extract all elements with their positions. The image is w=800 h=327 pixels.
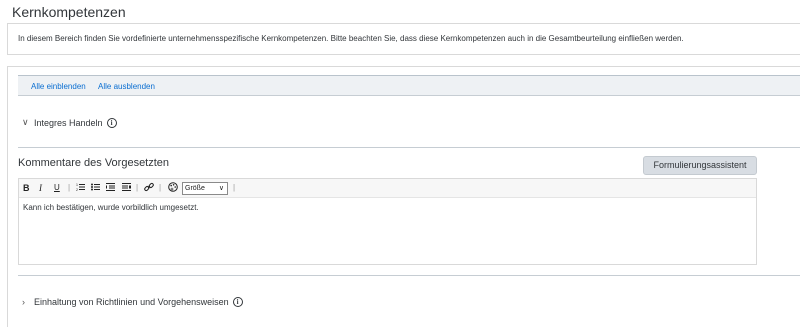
chevron-down-icon: ∨	[218, 185, 224, 192]
info-icon[interactable]: i	[232, 297, 243, 307]
font-size-select[interactable]: Größe ∨	[182, 182, 228, 195]
indent-icon[interactable]	[122, 182, 131, 195]
section-header-integres-handeln[interactable]: ∨ Integres Handeln i	[22, 117, 117, 128]
palette-icon[interactable]	[168, 182, 178, 195]
collapse-all-link[interactable]: Alle ausblenden	[98, 82, 155, 91]
comments-title: Kommentare des Vorgesetzten	[18, 157, 170, 169]
underline-icon[interactable]: U	[54, 182, 60, 194]
toggle-bar: Alle einblenden Alle ausblenden	[18, 75, 800, 96]
link-icon[interactable]	[144, 182, 154, 195]
svg-text:1: 1	[76, 183, 78, 187]
section-title: Integres Handeln	[34, 117, 103, 128]
toolbar-separator: |	[233, 183, 236, 192]
outdent-icon[interactable]	[105, 182, 115, 195]
editor-toolbar: B I U | 12 | | Größe ∨ |	[19, 179, 756, 198]
chevron-right-icon: ›	[22, 297, 25, 307]
divider	[18, 275, 800, 276]
comment-text[interactable]: Kann ich bestätigen, wurde vorbildlich u…	[23, 203, 199, 212]
info-box: In diesem Bereich finden Sie vordefinier…	[7, 23, 800, 55]
numbered-list-icon[interactable]: 12	[76, 182, 85, 195]
toolbar-separator: |	[159, 183, 162, 192]
font-size-value: Größe	[185, 185, 205, 192]
toolbar-separator: |	[136, 183, 139, 192]
bulleted-list-icon[interactable]	[91, 182, 100, 195]
page-title: Kernkompetenzen	[12, 4, 126, 20]
italic-icon[interactable]: I	[39, 182, 42, 194]
section-title: Einhaltung von Richtlinien und Vorgehens…	[34, 297, 229, 307]
svg-text:2: 2	[76, 188, 78, 192]
bold-icon[interactable]: B	[23, 182, 30, 194]
divider	[18, 147, 800, 148]
info-icon[interactable]: i	[106, 117, 117, 128]
info-text: In diesem Bereich finden Sie vordefinier…	[18, 34, 684, 43]
chevron-down-icon: ∨	[22, 117, 29, 127]
wording-assistant-button[interactable]: Formulierungsassistent	[643, 156, 757, 175]
expand-all-link[interactable]: Alle einblenden	[31, 82, 86, 91]
rich-text-editor[interactable]: B I U | 12 | | Größe ∨ | Kann ich bestät…	[18, 178, 757, 265]
section-header-richtlinien[interactable]: › Einhaltung von Richtlinien und Vorgehe…	[22, 297, 243, 307]
toolbar-separator: |	[68, 183, 71, 192]
